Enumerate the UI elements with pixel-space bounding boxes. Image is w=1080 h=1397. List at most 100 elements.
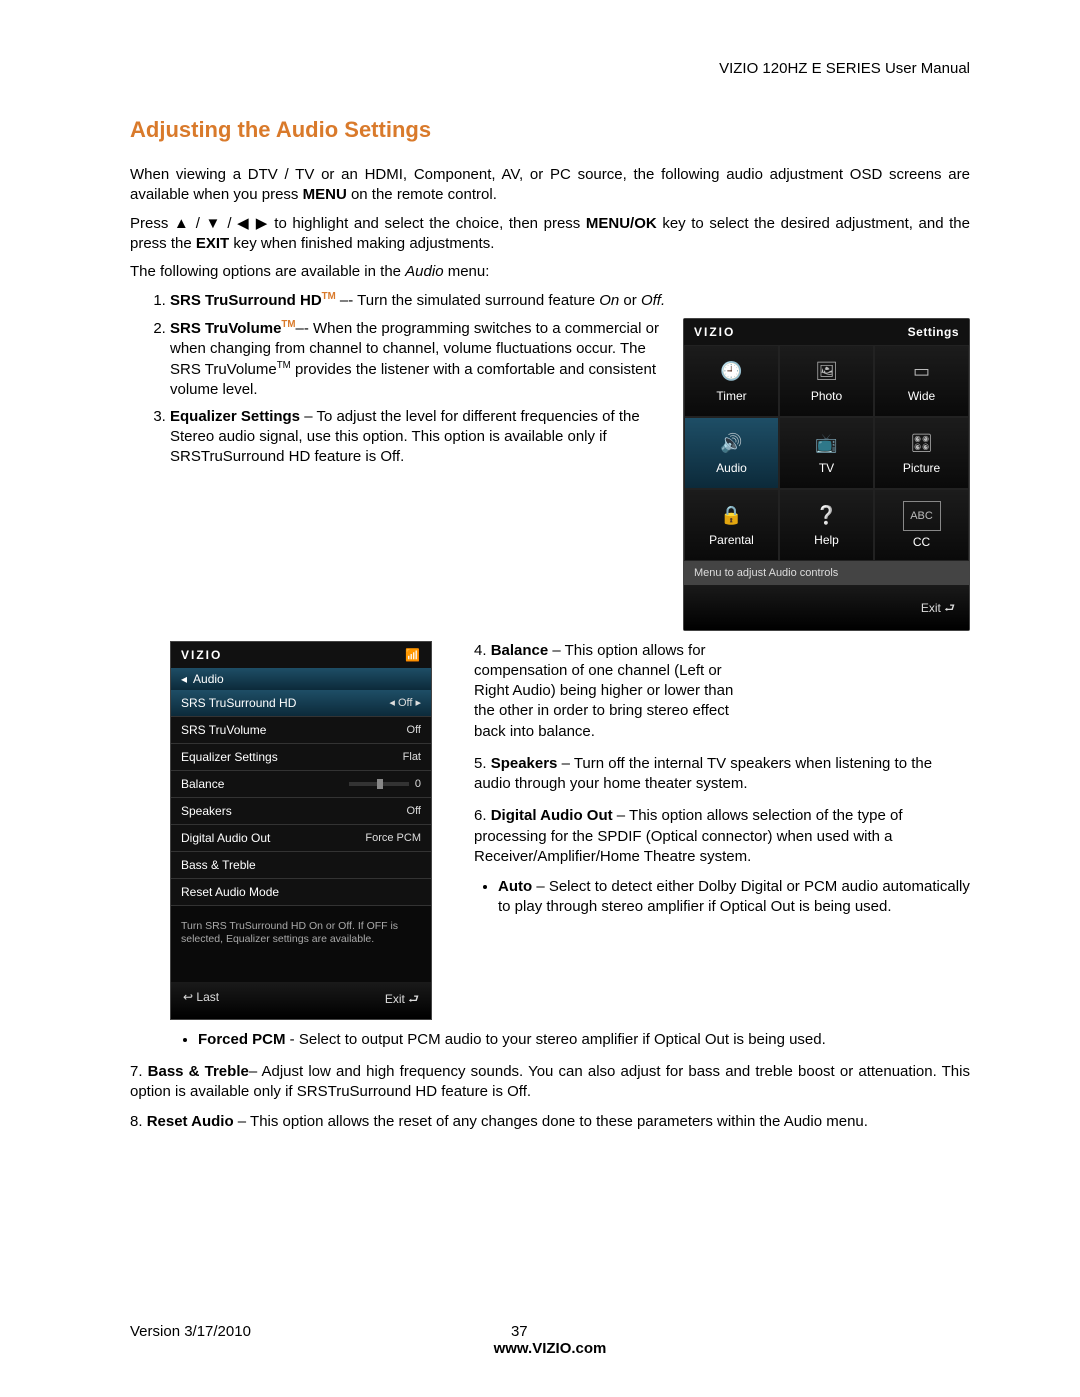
item1-or: or <box>619 292 641 309</box>
settings-exit-label: Exit <box>921 601 941 615</box>
wide-icon: ▭ <box>907 359 937 385</box>
option-6: Digital Audio Out – This option allows s… <box>474 806 970 917</box>
settings-exit-button[interactable]: Exit ⮐ <box>921 601 955 615</box>
exit-icon: ⮐ <box>408 992 419 1006</box>
settings-picture-label: Picture <box>903 461 940 475</box>
row-audio-osd: VIZIO 📶 ◂ Audio SRS TruSurround HD ◂ Off … <box>130 641 970 1020</box>
item8-num: 8. <box>130 1113 147 1130</box>
settings-picture[interactable]: 🎛 Picture <box>874 417 969 489</box>
audio-item-0-name: SRS TruSurround HD <box>181 696 296 710</box>
audio-item-speakers[interactable]: Speakers Off <box>171 798 431 825</box>
audio-item-equalizer[interactable]: Equalizer SettingsFlat <box>171 744 431 771</box>
speaker-icon: 🔊 <box>717 431 747 457</box>
item4-label: Balance <box>491 642 549 659</box>
dao-auto-label: Auto <box>498 878 532 895</box>
manual-page: VIZIO 120HZ E SERIES User Manual Adjusti… <box>0 0 1080 1397</box>
settings-audio[interactable]: 🔊 Audio <box>684 417 779 489</box>
cc-icon: ABC <box>903 501 941 531</box>
settings-osd: VIZIO Settings 🕘Timer 🖼Photo ▭ Wide 🔊 Audi… <box>683 318 970 631</box>
option-7: 7. Bass & Treble– Adjust low and high fr… <box>130 1062 970 1103</box>
picture-icon: 🎛 <box>907 431 937 457</box>
row-items-2-3: SRS TruVolumeTM–- When the programming s… <box>130 318 970 631</box>
settings-photo-label: Photo <box>811 389 842 403</box>
last-icon: ↩ <box>183 990 193 1004</box>
audio-item-bass-treble[interactable]: Bass & Treble <box>171 852 431 879</box>
item8-text: – This option allows the reset of any ch… <box>234 1113 868 1130</box>
audio-item-0-value: ◂ Off ▸ <box>389 696 421 709</box>
audio-item-3-value-text: 0 <box>415 778 421 790</box>
audio-item-1-value: Off <box>407 724 421 736</box>
audio-item-1-name: SRS TruVolume <box>181 723 266 737</box>
item3-label: Equalizer Settings <box>170 408 300 425</box>
settings-help-label: Help <box>814 533 839 547</box>
item1-off: Off. <box>641 292 665 309</box>
audio-item-3-name: Balance <box>181 777 224 791</box>
menuok-keyword: MENU/OK <box>586 215 657 232</box>
settings-grid: 🕘Timer 🖼Photo ▭Wide 🔊Audio 📺TV 🎛Picture … <box>684 345 969 561</box>
audio-item-2-name: Equalizer Settings <box>181 750 278 764</box>
page-title: Adjusting the Audio Settings <box>130 117 970 143</box>
audio-item-5-value: Force PCM <box>365 832 421 844</box>
item6-label: Digital Audio Out <box>491 807 613 824</box>
item1-text-a: Turn the simulated surround feature <box>357 292 599 309</box>
intro-paragraph-1: When viewing a DTV / TV or an HDMI, Comp… <box>130 165 970 206</box>
intro-1a: When viewing a DTV / TV or an HDMI, Comp… <box>130 166 970 203</box>
col-items-4-6: Balance – This option allows for compens… <box>456 641 970 930</box>
settings-help[interactable]: ❔Help <box>779 489 874 561</box>
audio-item-4-name: Speakers <box>181 804 232 818</box>
option-5: Speakers – Turn off the internal TV spea… <box>474 754 970 795</box>
audio-osd-crumb[interactable]: ◂ Audio <box>171 668 431 690</box>
intro-2c: key when finished making adjustments. <box>229 235 494 252</box>
audio-osd-crumb-label: Audio <box>193 672 224 686</box>
settings-brand: VIZIO <box>694 325 735 339</box>
settings-audio-label: Audio <box>716 461 747 475</box>
audio-item-reset[interactable]: Reset Audio Mode <box>171 879 431 906</box>
item2-tm2: TM <box>277 360 291 371</box>
back-arrow-icon: ◂ <box>181 672 187 686</box>
audio-osd-exit-label: Exit <box>385 992 405 1006</box>
intro-paragraph-2: Press ▲ / ▼ / ◀ ▶ to highlight and selec… <box>130 214 970 255</box>
settings-cc[interactable]: ABCCC <box>874 489 969 561</box>
audio-item-balance[interactable]: Balance 0 <box>171 771 431 798</box>
settings-hint: Menu to adjust Audio controls <box>684 561 969 585</box>
item5-label: Speakers <box>491 755 558 772</box>
intro-paragraph-3: The following options are available in t… <box>130 262 970 282</box>
audio-item-5-name: Digital Audio Out <box>181 831 270 845</box>
clock-icon: 🕘 <box>717 359 747 385</box>
audio-item-6-name: Bass & Treble <box>181 858 256 872</box>
audio-item-4-value: Off <box>407 805 421 817</box>
settings-wide-label: Wide <box>908 389 935 403</box>
audio-osd-last-button[interactable]: ↩ Last <box>183 990 219 1011</box>
item8-label: Reset Audio <box>147 1113 234 1130</box>
audio-osd-exit-button[interactable]: Exit ⮐ <box>385 990 419 1011</box>
audio-italic: Audio <box>405 263 443 280</box>
intro-2a: Press ▲ / ▼ / ◀ ▶ to highlight and selec… <box>130 215 586 232</box>
item7-text: – Adjust low and high frequency sounds. … <box>249 1063 942 1080</box>
slider-thumb <box>377 779 383 789</box>
audio-osd-footer: ↩ Last Exit ⮐ <box>171 982 431 1019</box>
audio-osd-brand: VIZIO <box>181 648 222 662</box>
settings-screen-label: Settings <box>908 325 959 339</box>
item1-on: On <box>599 292 619 309</box>
settings-wide[interactable]: ▭ Wide <box>874 345 969 417</box>
settings-parental[interactable]: 🔒Parental <box>684 489 779 561</box>
audio-item-truvolume[interactable]: SRS TruVolume Off <box>171 717 431 744</box>
dao-forced-pcm: Forced PCM - Select to output PCM audio … <box>198 1030 970 1050</box>
dao-fpcm-text: - Select to output PCM audio to your ste… <box>286 1031 826 1048</box>
footer-version: Version 3/17/2010 <box>130 1323 251 1340</box>
audio-item-srs-trusurround[interactable]: SRS TruSurround HD ◂ Off ▸ <box>171 690 431 717</box>
audio-item-3-value: 0 <box>349 778 421 790</box>
exit-keyword: EXIT <box>196 235 229 252</box>
wifi-icon: 📶 <box>405 648 421 662</box>
col-items-2-3-text: SRS TruVolumeTM–- When the programming s… <box>130 318 665 474</box>
audio-osd: VIZIO 📶 ◂ Audio SRS TruSurround HD ◂ Off … <box>170 641 432 1020</box>
settings-photo[interactable]: 🖼Photo <box>779 345 874 417</box>
footer-url: www.VIZIO.com <box>130 1340 970 1357</box>
intro-1b: on the remote control. <box>347 186 497 203</box>
settings-tv[interactable]: 📺TV <box>779 417 874 489</box>
settings-timer[interactable]: 🕘Timer <box>684 345 779 417</box>
tv-icon: 📺 <box>812 431 842 457</box>
audio-item-digital-audio-out[interactable]: Digital Audio Out Force PCM <box>171 825 431 852</box>
item2-label: SRS TruVolume <box>170 320 281 337</box>
footer-page-number: 37 <box>511 1323 528 1340</box>
